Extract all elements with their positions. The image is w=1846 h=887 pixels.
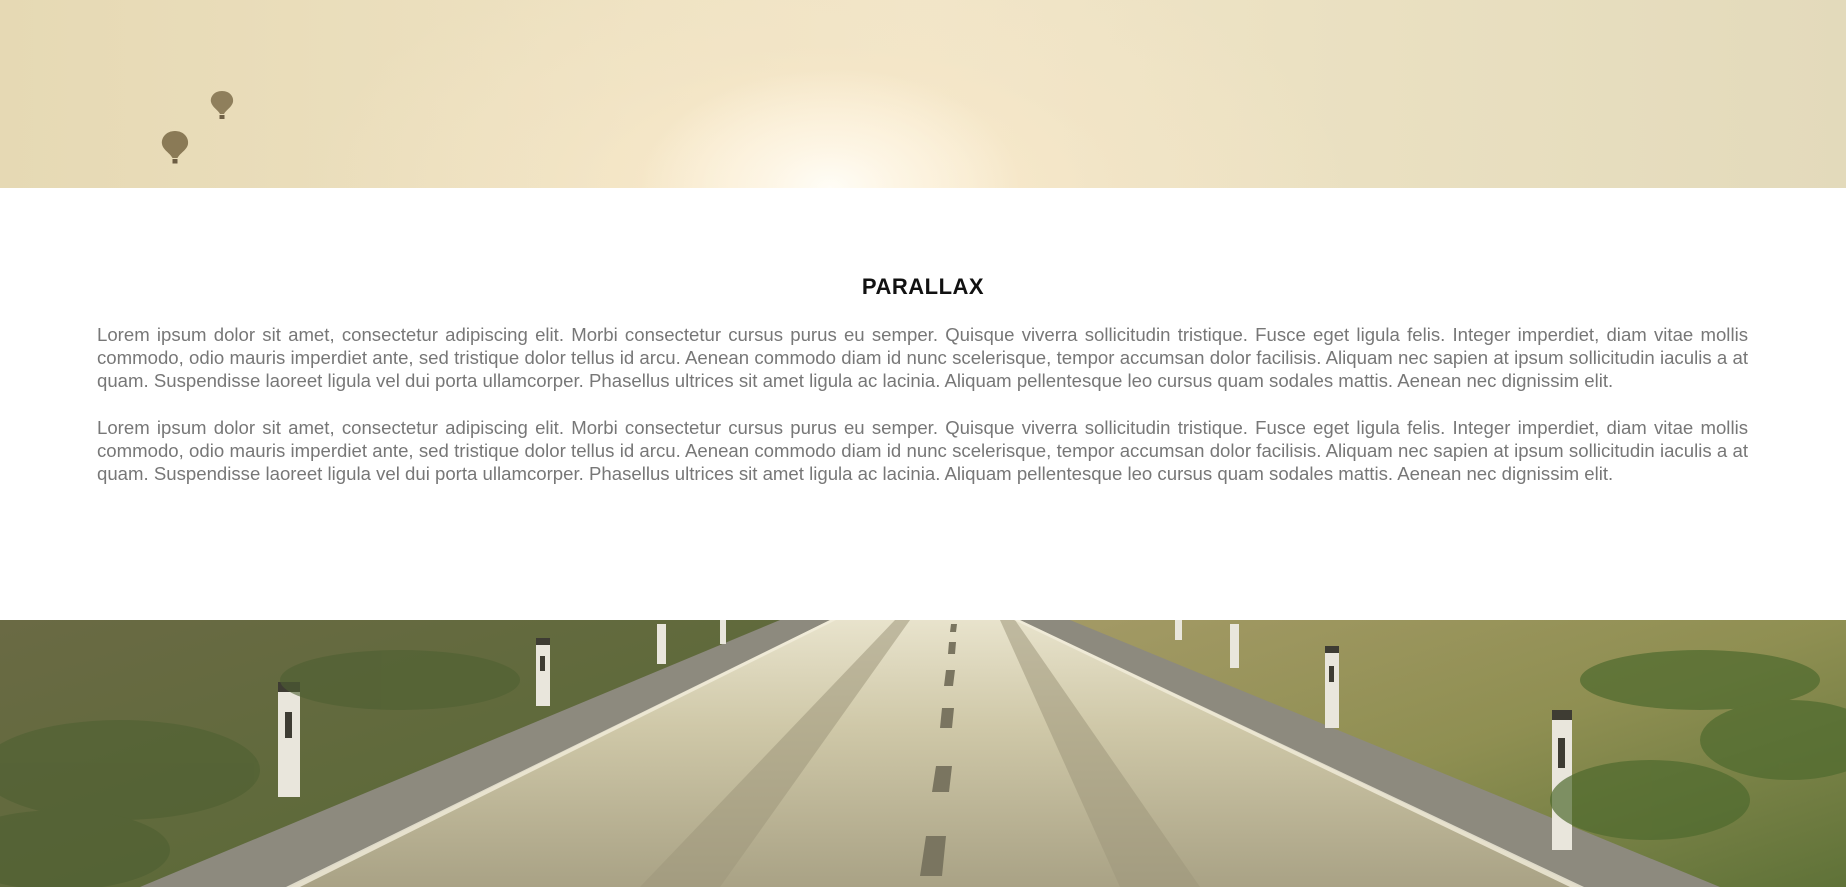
section-title: PARALLAX <box>861 274 985 299</box>
hot-air-balloon-icon <box>210 91 234 119</box>
paragraph: Lorem ipsum dolor sit amet, consectetur … <box>97 324 1748 392</box>
parallax-image-sunrise <box>0 0 1846 188</box>
hot-air-balloon-icon <box>161 131 189 164</box>
page: PARALLAX Lorem ipsum dolor sit amet, con… <box>0 0 1846 887</box>
content-section: PARALLAX Lorem ipsum dolor sit amet, con… <box>0 188 1846 620</box>
paragraph: Lorem ipsum dolor sit amet, consectetur … <box>97 416 1748 485</box>
content-body: Lorem ipsum dolor sit amet, consectetur … <box>97 323 1748 508</box>
parallax-image-road <box>0 620 1846 887</box>
road-illustration <box>0 620 1846 887</box>
